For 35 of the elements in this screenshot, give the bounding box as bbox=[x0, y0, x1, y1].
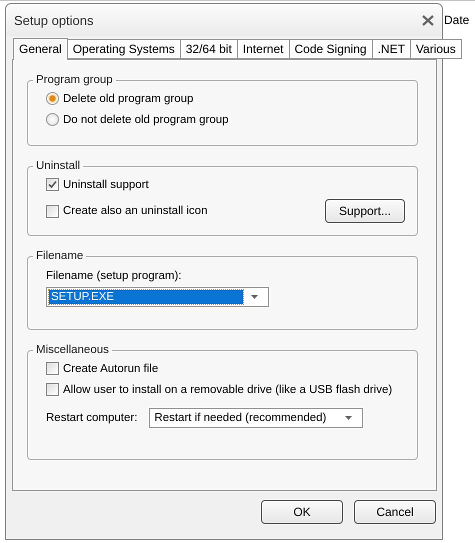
group-title: Miscellaneous bbox=[35, 344, 110, 356]
field-label: Filename (setup program): bbox=[46, 270, 182, 282]
checkbox[interactable] bbox=[46, 204, 59, 218]
checkbox[interactable] bbox=[46, 383, 59, 396]
radio-button[interactable] bbox=[46, 113, 59, 126]
restart-dropdown[interactable]: Restart if needed (recommended) bbox=[149, 408, 364, 428]
group-title: Filename bbox=[35, 250, 84, 262]
filename-dropdown[interactable]: SETUP.EXE bbox=[46, 287, 269, 307]
checkbox[interactable] bbox=[46, 362, 59, 375]
checkbox[interactable] bbox=[46, 178, 59, 191]
group-title: Program group bbox=[35, 74, 114, 86]
dropdown-arrow-icon bbox=[345, 416, 352, 420]
checkbox-label: Create Autorun file bbox=[63, 362, 158, 374]
tab[interactable]: Operating Systems bbox=[66, 39, 181, 59]
field-label: Restart computer: bbox=[46, 412, 138, 424]
ok-button[interactable]: OK bbox=[261, 500, 343, 524]
close-icon[interactable] bbox=[422, 14, 434, 26]
group-title: Uninstall bbox=[35, 160, 82, 172]
column-header: Date bbox=[444, 13, 470, 27]
checkbox-label: Create also an uninstall icon bbox=[63, 205, 208, 217]
window-title: Setup options bbox=[14, 12, 94, 28]
tab[interactable]: Internet bbox=[236, 39, 290, 59]
tab[interactable]: .NET bbox=[372, 39, 411, 59]
tab[interactable]: Code Signing bbox=[288, 39, 373, 59]
support-button[interactable]: Support... bbox=[325, 199, 405, 223]
checkbox-label: Uninstall support bbox=[63, 178, 149, 190]
checkbox-label: Allow user to install on a removable drive (like a USB flash drive) bbox=[63, 384, 392, 396]
tab[interactable]: General bbox=[13, 38, 68, 60]
tab[interactable]: Various bbox=[410, 39, 462, 59]
radio-label: Delete old program group bbox=[63, 92, 194, 104]
tab[interactable]: 32/64 bit bbox=[180, 39, 238, 59]
dropdown-arrow-icon bbox=[251, 295, 258, 299]
radio-label: Do not delete old program group bbox=[63, 114, 229, 126]
radio-button[interactable] bbox=[46, 92, 59, 105]
cancel-button[interactable]: Cancel bbox=[354, 500, 436, 524]
